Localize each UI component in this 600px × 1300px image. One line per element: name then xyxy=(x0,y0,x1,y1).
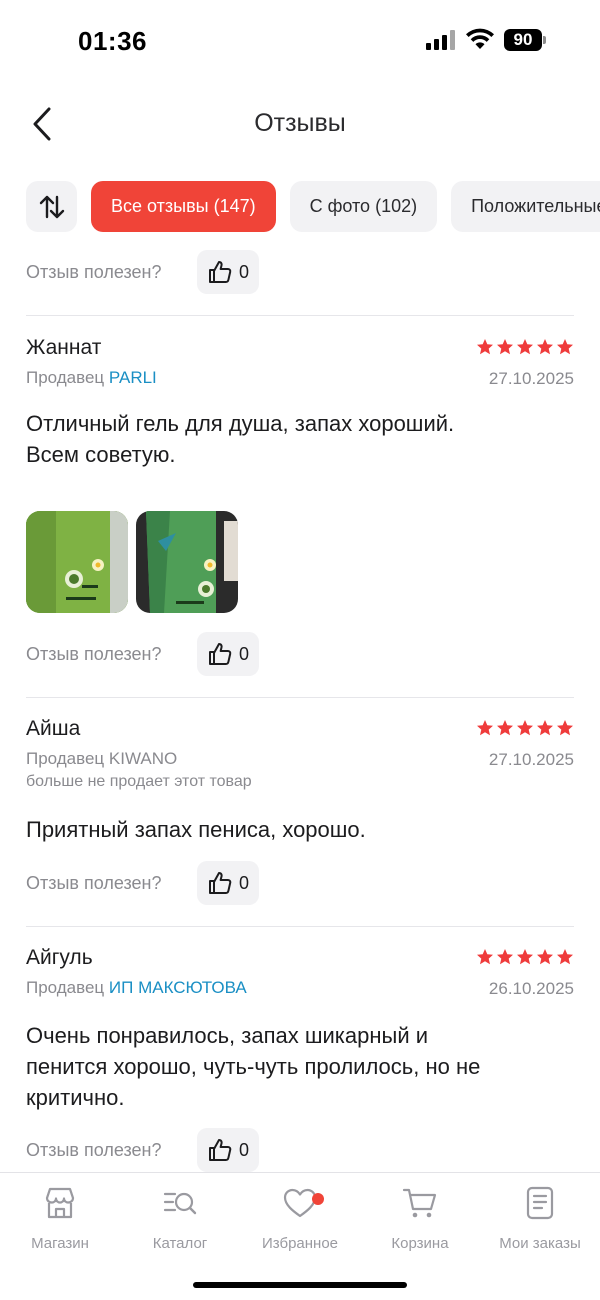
seller-prefix: Продавец xyxy=(26,978,105,997)
tab-label: Избранное xyxy=(261,1235,339,1252)
star-icon xyxy=(497,339,513,355)
tab-label: Корзина xyxy=(391,1235,449,1252)
review-text-line: Всем советую. xyxy=(26,442,176,467)
review-text-line: Приятный запах пениса, хорошо. xyxy=(26,817,366,842)
review-photo[interactable] xyxy=(136,511,238,613)
star-icon xyxy=(517,949,533,965)
header: Отзывы xyxy=(0,90,600,160)
wifi-icon xyxy=(466,28,494,49)
tab-label: Магазин xyxy=(31,1235,89,1252)
cart-icon xyxy=(402,1188,437,1218)
tab-favorites[interactable]: Избранное xyxy=(240,1185,360,1252)
seller-link[interactable]: PARLI xyxy=(109,368,157,387)
star-icon xyxy=(497,949,513,965)
divider xyxy=(26,315,574,316)
like-button[interactable]: 0 xyxy=(197,632,259,676)
review-text-line: пенится хорошо, чуть-чуть пролилось, но … xyxy=(26,1054,481,1079)
seller-note: больше не продает этот товар xyxy=(26,773,252,790)
battery-icon: 90 xyxy=(504,29,546,51)
review-text-line: критично. xyxy=(26,1085,125,1110)
tab-label: Мои заказы xyxy=(499,1235,581,1252)
seller-prefix: Продавец xyxy=(26,749,105,768)
battery-level: 90 xyxy=(504,29,542,51)
helpful-row: Отзыв полезен? 0 xyxy=(26,1128,259,1172)
orders-icon xyxy=(526,1186,554,1220)
star-icon xyxy=(517,339,533,355)
divider xyxy=(26,926,574,927)
thumbs-up-icon xyxy=(208,872,232,894)
helpful-row: Отзыв полезен? 0 xyxy=(26,861,259,905)
helpful-label: Отзыв полезен? xyxy=(26,1139,162,1160)
like-count: 0 xyxy=(238,261,249,282)
review-text-block: Очень понравилось, запах шикарный и пени… xyxy=(26,1020,574,1113)
star-icon xyxy=(477,720,493,736)
divider xyxy=(26,697,574,698)
review-item: Жаннат Продавец PARLI 27.10.2025 xyxy=(26,336,574,388)
thumbs-up-icon xyxy=(208,1139,232,1161)
like-button[interactable]: 0 xyxy=(197,250,259,294)
seller-name: KIWANO xyxy=(108,749,178,768)
sort-arrows-icon xyxy=(39,195,64,218)
tab-label: Каталог xyxy=(152,1235,208,1252)
status-time: 01:36 xyxy=(78,26,147,56)
review-photos xyxy=(26,511,238,613)
helpful-label: Отзыв полезен? xyxy=(26,643,162,664)
cellular-signal-icon xyxy=(426,30,456,50)
bottom-tab-bar: Магазин Каталог Избранное Корзина Мои за… xyxy=(0,1172,600,1300)
catalog-search-icon xyxy=(163,1192,197,1215)
tab-store[interactable]: Магазин xyxy=(0,1185,120,1252)
seller-link[interactable]: ИП МАКСЮТОВА xyxy=(109,978,247,997)
product-bottle-image xyxy=(26,511,128,613)
product-bottle-image xyxy=(136,511,238,613)
star-icon xyxy=(517,720,533,736)
page-title: Отзывы xyxy=(254,109,346,137)
review-photo[interactable] xyxy=(26,511,128,613)
review-date: 27.10.2025 xyxy=(488,369,574,388)
helpful-label: Отзыв полезен? xyxy=(26,261,162,282)
review-filters: Все отзывы (147) С фото (102) Положитель… xyxy=(26,181,600,232)
status-bar: 01:36 90 xyxy=(0,0,600,80)
star-icon xyxy=(557,949,573,965)
review-text-block: Приятный запах пениса, хорошо. xyxy=(26,814,574,845)
seller-prefix: Продавец xyxy=(26,368,105,387)
like-count: 0 xyxy=(238,872,249,893)
star-icon xyxy=(557,720,573,736)
filter-chip-positive[interactable]: Положительные xyxy=(451,181,600,232)
thumbs-up-icon xyxy=(208,643,232,665)
helpful-row: Отзыв полезен? 0 xyxy=(26,250,259,294)
star-icon xyxy=(537,949,553,965)
like-button[interactable]: 0 xyxy=(197,861,259,905)
review-text-block: Отличный гель для душа, запах хороший. В… xyxy=(26,408,574,470)
review-item: Айгуль Продавец ИП МАКСЮТОВА 26.10.2025 xyxy=(26,946,574,998)
rating-stars xyxy=(476,948,574,966)
like-count: 0 xyxy=(238,1139,249,1160)
star-icon xyxy=(477,339,493,355)
store-icon xyxy=(45,1187,75,1219)
review-date: 27.10.2025 xyxy=(488,750,574,769)
review-date: 26.10.2025 xyxy=(488,979,574,998)
notification-dot xyxy=(312,1193,324,1205)
filter-chip-with-photo[interactable]: С фото (102) xyxy=(289,181,438,232)
star-icon xyxy=(537,339,553,355)
review-text-line: Очень понравилось, запах шикарный и xyxy=(26,1023,429,1048)
star-icon xyxy=(557,339,573,355)
star-icon xyxy=(477,949,493,965)
sort-button[interactable] xyxy=(26,181,77,232)
rating-stars xyxy=(476,338,574,356)
tab-orders[interactable]: Мои заказы xyxy=(480,1185,600,1252)
home-indicator xyxy=(193,1282,407,1288)
filter-chip-all[interactable]: Все отзывы (147) xyxy=(91,181,276,232)
thumbs-up-icon xyxy=(208,261,232,283)
like-button[interactable]: 0 xyxy=(197,1128,259,1172)
helpful-label: Отзыв полезен? xyxy=(26,872,162,893)
review-text-line: Отличный гель для душа, запах хороший. xyxy=(26,411,455,436)
star-icon xyxy=(537,720,553,736)
review-item: Айша Продавец KIWANO больше не продает э… xyxy=(26,717,574,791)
rating-stars xyxy=(476,719,574,737)
tab-catalog[interactable]: Каталог xyxy=(120,1185,240,1252)
helpful-row: Отзыв полезен? 0 xyxy=(26,632,259,676)
like-count: 0 xyxy=(238,643,249,664)
tab-cart[interactable]: Корзина xyxy=(360,1185,480,1252)
star-icon xyxy=(497,720,513,736)
